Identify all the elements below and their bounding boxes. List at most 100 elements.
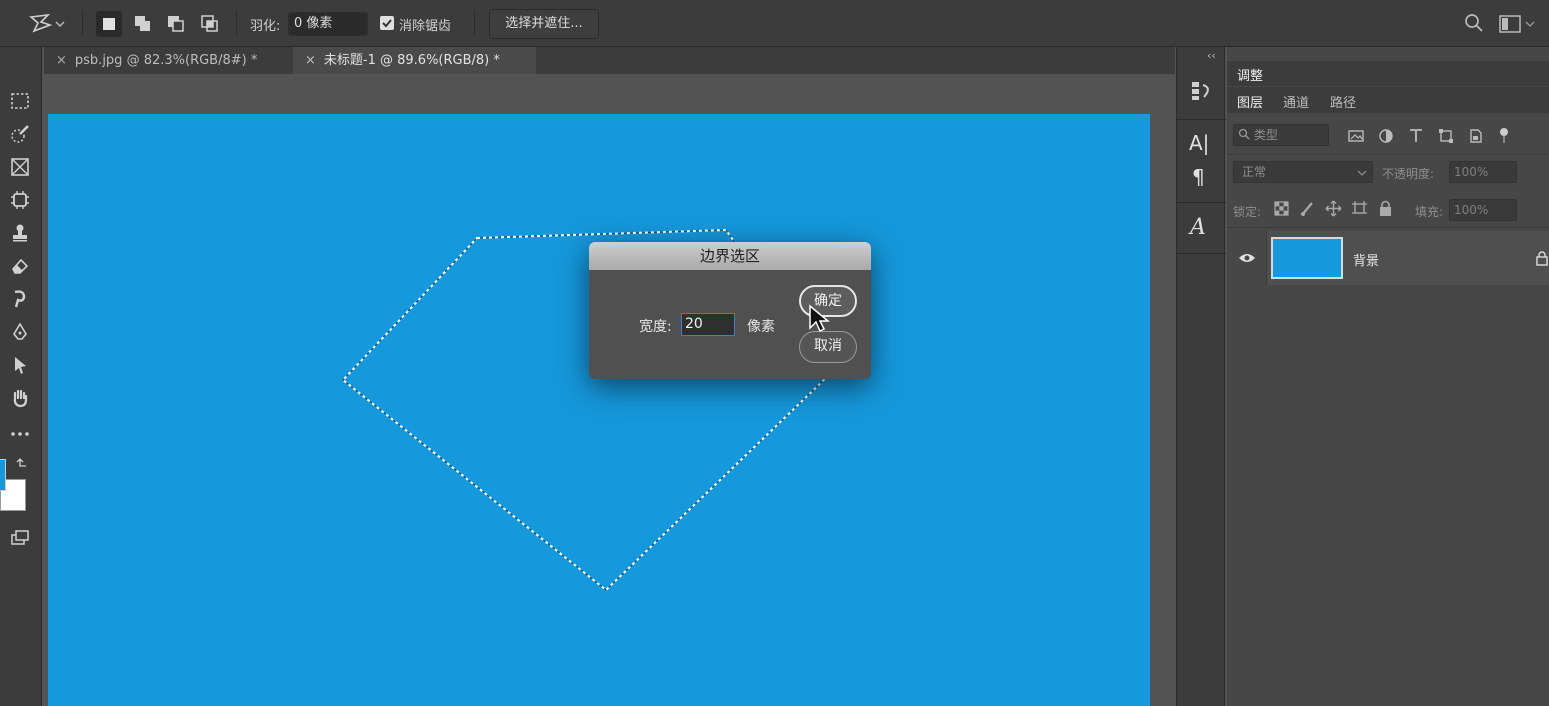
lock-position-icon[interactable]: [1325, 200, 1342, 217]
pen-tool[interactable]: [6, 318, 34, 346]
divider: [1177, 253, 1226, 254]
divider: [1227, 227, 1549, 228]
add-to-selection-button[interactable]: [130, 11, 156, 37]
antialias-checkbox[interactable]: [380, 16, 394, 30]
divider: [1177, 119, 1226, 120]
filter-toggle-icon[interactable]: [1497, 127, 1511, 145]
shape-filter-icon[interactable]: [1437, 127, 1455, 145]
feather-input[interactable]: 0 像素: [288, 12, 368, 36]
doc-tab-label: 未标题-1 @ 89.6%(RGB/8) *: [323, 53, 500, 68]
tab-layers[interactable]: 图层: [1237, 92, 1263, 111]
unit-label: 像素: [747, 319, 775, 335]
lock-transparent-pixels-icon[interactable]: [1273, 200, 1290, 217]
pen-icon: [13, 322, 27, 340]
divider: [82, 10, 83, 36]
doc-tab-untitled[interactable]: × 未标题-1 @ 89.6%(RGB/8) *: [293, 47, 536, 74]
tab-paths[interactable]: 路径: [1330, 92, 1356, 111]
frame-icon: [11, 158, 29, 176]
search-button[interactable]: [1463, 12, 1485, 38]
screen-mode-icon: [11, 530, 29, 545]
history-panel-button[interactable]: [1189, 79, 1213, 107]
screen-mode-button[interactable]: [6, 524, 34, 552]
intersect-selection-icon: [201, 15, 218, 32]
doc-tab-psb[interactable]: × psb.jpg @ 82.3%(RGB/8#) *: [44, 47, 292, 74]
close-icon[interactable]: ×: [305, 53, 316, 68]
more-tools-button[interactable]: [6, 420, 34, 448]
document-tab-bar: × psb.jpg @ 82.3%(RGB/8#) * × 未标题-1 @ 89.6…: [44, 47, 1175, 74]
lock-buttons: [1273, 200, 1394, 217]
hand-tool[interactable]: [6, 384, 34, 412]
new-selection-button[interactable]: [96, 11, 122, 37]
subtract-from-selection-icon: [168, 16, 184, 32]
chevron-down-icon: [1357, 170, 1367, 176]
intersect-selection-button[interactable]: [197, 11, 223, 37]
layer-row-background[interactable]: 背景: [1227, 231, 1549, 285]
adjustment-filter-icon[interactable]: [1377, 127, 1395, 145]
close-icon[interactable]: ×: [56, 53, 67, 68]
visibility-toggle[interactable]: [1227, 231, 1267, 285]
divider: [1227, 154, 1549, 155]
width-input[interactable]: 20: [681, 313, 735, 336]
cancel-button[interactable]: 取消: [799, 331, 857, 363]
dialog-title: 边界选区: [589, 242, 871, 270]
hand-icon: [13, 389, 28, 408]
glyphs-panel-button[interactable]: A: [1190, 215, 1206, 240]
panel-dock: ‹‹ A| ¶ A: [1176, 47, 1226, 706]
swap-colors-button[interactable]: [14, 457, 28, 475]
character-panel-button[interactable]: A|: [1189, 131, 1209, 155]
arrow-cursor-icon: [15, 357, 26, 374]
type-filter-icon[interactable]: [1407, 127, 1425, 145]
marquee-tool[interactable]: [6, 87, 34, 115]
divider: [236, 10, 237, 36]
tab-channels[interactable]: 通道: [1283, 92, 1309, 111]
blend-mode-select[interactable]: 正常: [1233, 161, 1373, 183]
layer-thumbnail[interactable]: [1271, 237, 1343, 279]
spot-healing-icon: [11, 191, 29, 209]
foreground-color-swatch[interactable]: [0, 459, 6, 491]
search-icon: [1238, 128, 1250, 140]
search-icon: [1465, 14, 1483, 32]
workspace-icon: [1499, 15, 1535, 33]
collapse-icon[interactable]: ‹‹: [1207, 49, 1216, 62]
object-selection-tool[interactable]: [6, 186, 34, 214]
quick-selection-icon: [11, 125, 29, 143]
document-canvas[interactable]: [48, 114, 1150, 706]
mouse-cursor-icon: [809, 304, 830, 333]
lock-image-pixels-icon[interactable]: [1299, 200, 1316, 217]
smudge-tool[interactable]: [6, 285, 34, 313]
workspace-button[interactable]: [1498, 13, 1538, 39]
rectangular-marquee-icon: [11, 93, 29, 109]
subtract-from-selection-button[interactable]: [163, 11, 189, 37]
select-and-mask-button[interactable]: 选择并遮住...: [489, 9, 599, 39]
toolbox: [0, 47, 42, 706]
image-filter-icon[interactable]: [1347, 127, 1365, 145]
eye-icon: [1239, 254, 1255, 262]
divider: [1177, 202, 1226, 203]
eraser-icon: [12, 258, 29, 274]
blend-mode-value: 正常: [1242, 165, 1267, 179]
layer-name: 背景: [1353, 254, 1380, 269]
new-selection-icon: [103, 18, 115, 30]
eraser-tool[interactable]: [6, 252, 34, 280]
fill-input[interactable]: 100%: [1449, 199, 1517, 221]
smart-object-filter-icon[interactable]: [1467, 127, 1485, 145]
layer-filter-select[interactable]: 类型: [1233, 124, 1329, 146]
checkmark-icon: [382, 19, 392, 28]
ellipsis-icon: [11, 432, 29, 436]
frame-tool[interactable]: [6, 153, 34, 181]
paragraph-panel-button[interactable]: ¶: [1192, 165, 1205, 189]
opacity-input[interactable]: 100%: [1449, 161, 1517, 183]
path-selection-tool[interactable]: [6, 351, 34, 379]
lock-artboard-icon[interactable]: [1351, 200, 1368, 217]
lock-icon: [1536, 251, 1548, 266]
lasso-tool-preset-picker[interactable]: [28, 12, 70, 36]
glyphs-icon: A: [1190, 215, 1206, 240]
lock-all-icon[interactable]: [1377, 200, 1394, 217]
antialias-label: 消除锯齿: [399, 19, 452, 34]
stamp-tool[interactable]: [6, 219, 34, 247]
tab-adjustments[interactable]: 调整: [1237, 65, 1263, 84]
quick-selection-tool[interactable]: [6, 120, 34, 148]
canvas-area: [44, 74, 1175, 706]
marching-ants-selection[interactable]: [48, 114, 1150, 706]
width-label: 宽度:: [639, 319, 672, 335]
